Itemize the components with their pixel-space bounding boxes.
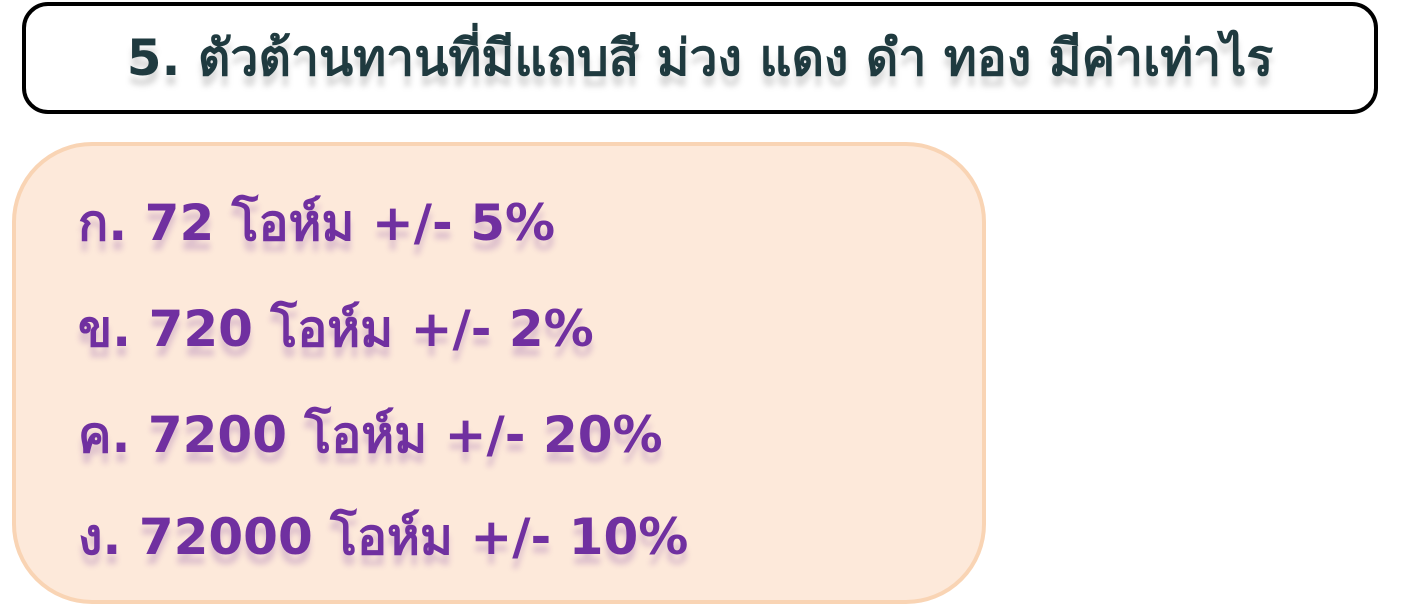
answer-option-d[interactable]: ง. 72000 โอห์ม +/- 10% [78,512,688,562]
answer-option-b[interactable]: ข. 720 โอห์ม +/- 2% [78,304,594,354]
question-title: 5. ตัวต้านทานที่มีแถบสี ม่วง แดง ดำ ทอง … [126,29,1274,87]
answer-option-c[interactable]: ค. 7200 โอห์ม +/- 20% [78,410,663,460]
answer-options-panel: ก. 72 โอห์ม +/- 5% ข. 720 โอห์ม +/- 2% ค… [12,142,986,604]
question-title-box: 5. ตัวต้านทานที่มีแถบสี ม่วง แดง ดำ ทอง … [22,2,1378,114]
answer-option-a[interactable]: ก. 72 โอห์ม +/- 5% [78,198,555,248]
